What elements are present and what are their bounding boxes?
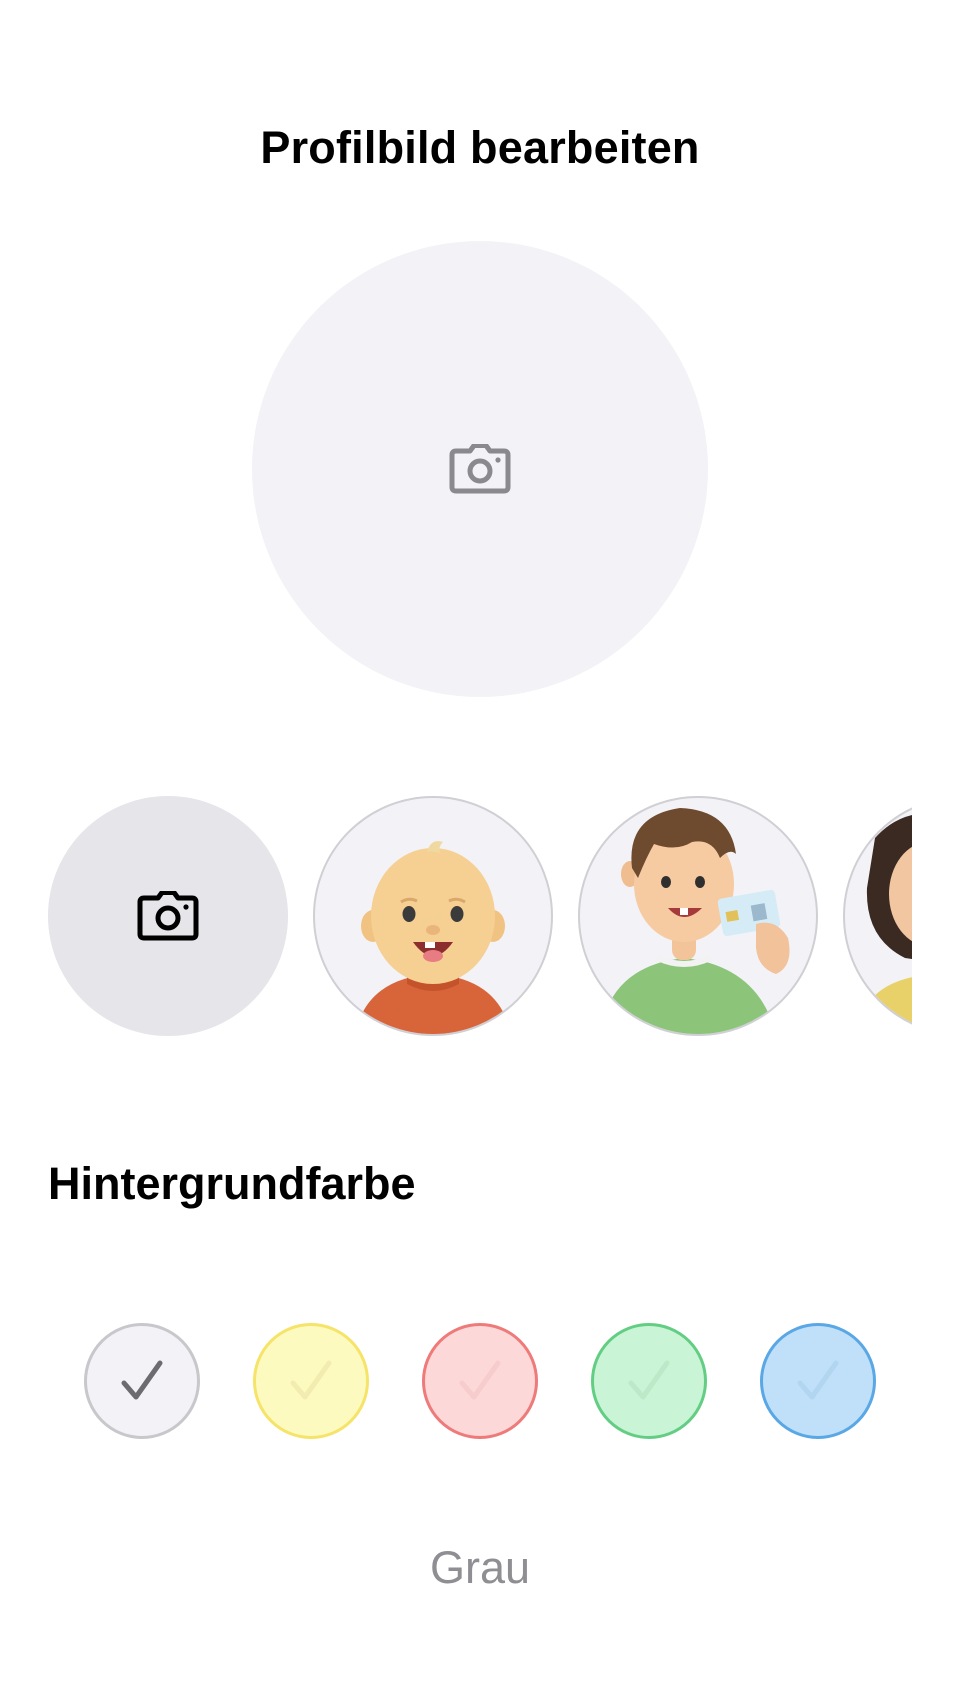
selected-color-label: Grau — [429, 1542, 531, 1593]
woman-illustration — [855, 815, 912, 1034]
color-swatch-blue[interactable] — [760, 1323, 876, 1439]
checkmark-icon — [628, 1360, 670, 1400]
checkmark-icon — [459, 1360, 501, 1400]
color-swatch-grey[interactable] — [84, 1323, 200, 1439]
background-color-title: Hintergrundfarbe — [48, 1158, 416, 1209]
avatar-picker[interactable] — [48, 796, 912, 1036]
camera-icon — [137, 891, 199, 941]
profile-picture-preview[interactable] — [252, 241, 708, 697]
avatar-woman[interactable] — [843, 796, 912, 1036]
checkmark-icon — [290, 1360, 332, 1400]
color-swatch-red[interactable] — [422, 1323, 538, 1439]
avatar-baby[interactable] — [313, 796, 553, 1036]
checkmark-icon — [797, 1360, 839, 1400]
boy-with-id-card-illustration — [600, 808, 790, 1034]
baby-illustration — [355, 841, 511, 1034]
checkmark-icon — [121, 1360, 163, 1400]
color-swatch-green[interactable] — [591, 1323, 707, 1439]
upload-photo-button[interactable] — [48, 796, 288, 1036]
camera-icon — [449, 444, 511, 494]
color-swatch-yellow[interactable] — [253, 1323, 369, 1439]
avatar-boy-with-id-card[interactable] — [578, 796, 818, 1036]
page-title: Profilbild bearbeiten — [260, 122, 700, 173]
